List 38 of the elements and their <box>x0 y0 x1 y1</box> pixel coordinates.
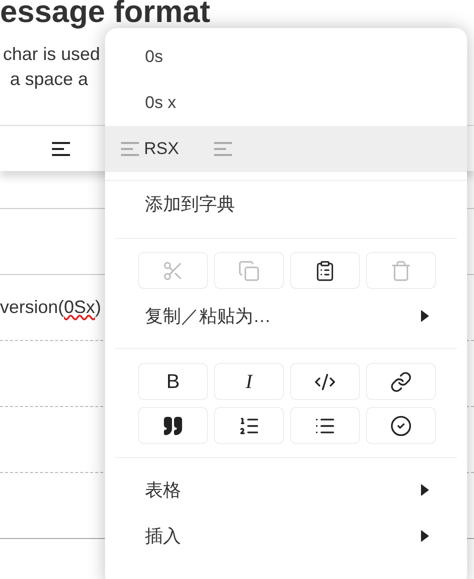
check-circle-icon <box>390 414 412 436</box>
bold-button[interactable]: B <box>138 363 208 400</box>
menu-item-label: 表格 <box>145 478 181 502</box>
clipboard-icon <box>314 260 336 282</box>
bullet-list-button[interactable] <box>290 407 360 444</box>
suggestion-item[interactable]: 0s <box>105 34 467 80</box>
menu-item[interactable]: 插入 <box>105 513 467 559</box>
align-icon <box>120 141 140 157</box>
menu-item[interactable]: 复制／粘贴为… <box>105 293 467 339</box>
menu-item-label: 插入 <box>145 524 181 548</box>
align-icon <box>51 140 71 156</box>
link-icon <box>390 370 412 392</box>
submenu-arrow-icon <box>421 530 429 542</box>
menu-item[interactable]: 表格 <box>105 467 467 513</box>
task-button[interactable] <box>366 407 436 444</box>
trash-icon <box>390 260 412 282</box>
ordered-list-button[interactable] <box>214 407 284 444</box>
paragraph-line: a space a <box>9 68 88 91</box>
copy-icon <box>238 260 260 282</box>
suggestion-label: 0s <box>145 46 163 68</box>
table-cell-text: version(0Sx) <box>0 296 102 319</box>
menu-item-label: 复制／粘贴为… <box>145 304 271 328</box>
italic-button[interactable]: I <box>214 363 284 400</box>
suggestion-label: RSX <box>144 138 179 160</box>
suggestion-item[interactable]: RSX <box>105 126 467 172</box>
menu-item[interactable]: 添加到字典 <box>105 181 467 227</box>
code-button[interactable] <box>290 363 360 400</box>
paste-button[interactable] <box>290 252 360 289</box>
quote-icon <box>162 414 184 436</box>
suggestion-label: 0s x <box>145 92 176 114</box>
link-button[interactable] <box>366 363 436 400</box>
quote-button[interactable] <box>138 407 208 444</box>
submenu-arrow-icon <box>421 310 429 322</box>
align-icon <box>212 141 233 157</box>
suggestion-item[interactable]: 0s x <box>105 80 467 126</box>
paragraph-line: char is used <box>2 43 100 66</box>
scissors-icon <box>162 260 184 282</box>
submenu-arrow-icon <box>421 484 429 496</box>
